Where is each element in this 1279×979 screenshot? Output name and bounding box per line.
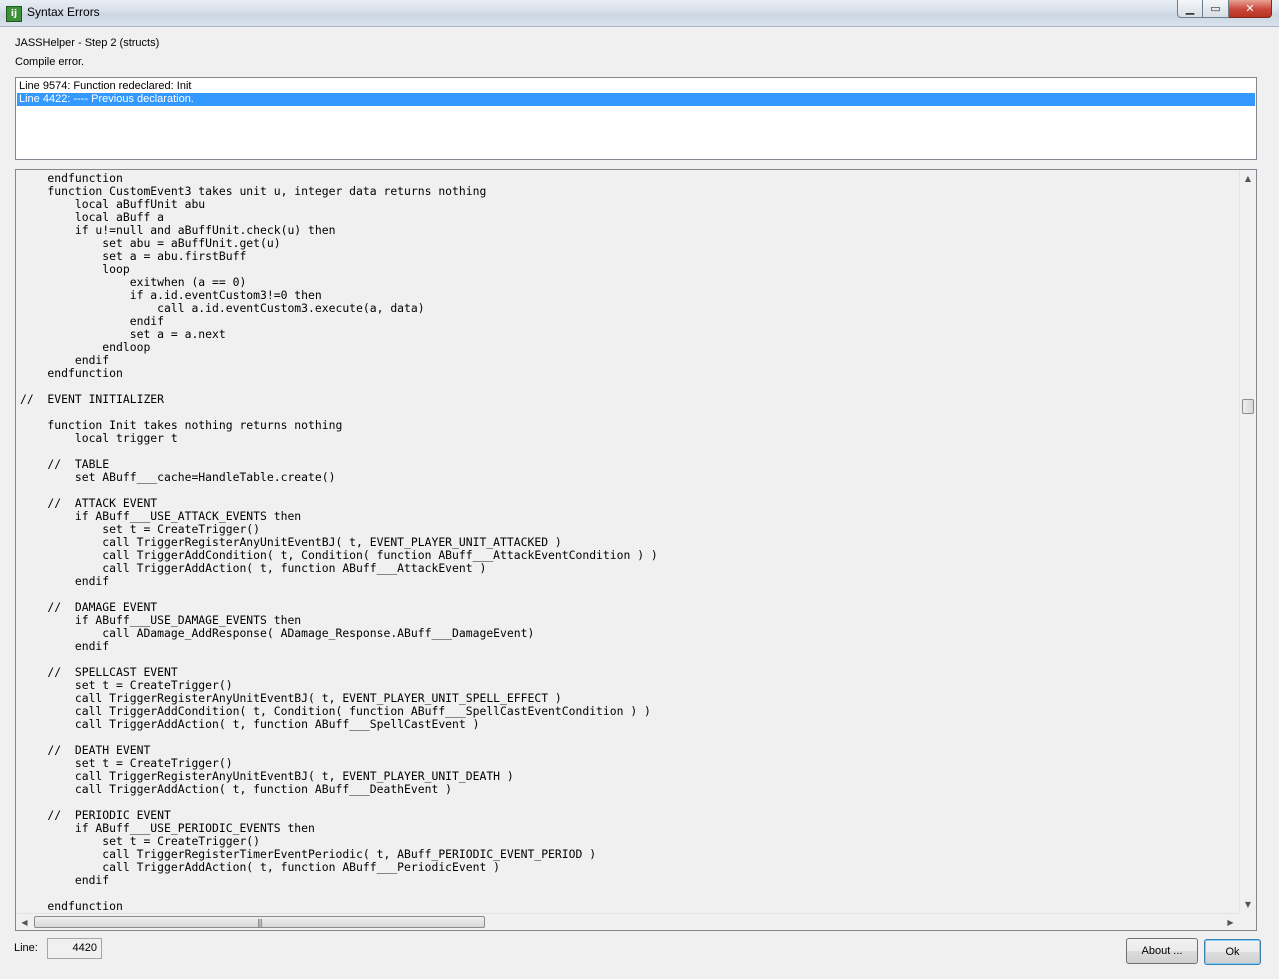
error-item-selected[interactable]: Line 4422: ---- Previous declaration. bbox=[17, 93, 1255, 106]
error-item[interactable]: Line 9574: Function redeclared: Init bbox=[17, 80, 1255, 93]
code-line: endif bbox=[20, 873, 110, 887]
code-line: endfunction bbox=[20, 899, 123, 913]
code-line: endloop bbox=[20, 340, 151, 354]
about-button[interactable]: About ... bbox=[1126, 938, 1198, 964]
caption-buttons: ▁ ▭ ✕ bbox=[1177, 0, 1272, 19]
syntax-errors-window: ij Syntax Errors ▁ ▭ ✕ JASSHelper - Step… bbox=[0, 0, 1279, 979]
app-icon: ij bbox=[6, 6, 22, 22]
code-line: call TriggerAddAction( t, function ABuff… bbox=[20, 561, 487, 575]
error-list[interactable]: Line 9574: Function redeclared: Init Lin… bbox=[15, 77, 1257, 160]
scroll-down-arrow-icon[interactable]: ▼ bbox=[1240, 896, 1256, 913]
code-line: local trigger t bbox=[20, 431, 178, 445]
code-line: set ABuff___cache=HandleTable.create() bbox=[20, 470, 336, 484]
code-line: call ADamage_AddResponse( ADamage_Respon… bbox=[20, 626, 535, 640]
vertical-scroll-thumb[interactable] bbox=[1242, 399, 1254, 414]
code-line: call TriggerAddAction( t, function ABuff… bbox=[20, 860, 501, 874]
ok-button[interactable]: Ok bbox=[1204, 939, 1261, 965]
step-label: JASSHelper - Step 2 (structs) bbox=[15, 37, 160, 49]
code-line: // EVENT INITIALIZER bbox=[20, 392, 165, 406]
horizontal-scroll-thumb[interactable]: ||| bbox=[34, 916, 485, 928]
code-line: call TriggerAddAction( t, function ABuff… bbox=[20, 782, 453, 796]
code-line: endif bbox=[20, 639, 110, 653]
status-label: Compile error. bbox=[15, 56, 85, 68]
scroll-right-arrow-icon[interactable]: ▶ bbox=[1222, 914, 1239, 930]
scroll-corner bbox=[1239, 913, 1256, 930]
title-bar[interactable]: ij Syntax Errors ▁ ▭ ✕ bbox=[0, 0, 1279, 27]
maximize-button[interactable]: ▭ bbox=[1203, 0, 1229, 18]
code-line: endif bbox=[20, 574, 110, 588]
vertical-scrollbar[interactable]: ▲ ▼ bbox=[1239, 170, 1256, 913]
close-button[interactable]: ✕ bbox=[1229, 0, 1272, 18]
grip-icon: ||| bbox=[256, 918, 263, 927]
scroll-left-arrow-icon[interactable]: ◀ bbox=[16, 914, 33, 930]
minimize-button[interactable]: ▁ bbox=[1177, 0, 1203, 18]
code-view[interactable]: endfunction function CustomEvent3 takes … bbox=[15, 169, 1257, 931]
code-line: endfunction bbox=[20, 366, 123, 380]
scroll-up-arrow-icon[interactable]: ▲ bbox=[1240, 170, 1256, 187]
line-label: Line: bbox=[14, 942, 38, 954]
line-number-field[interactable]: 4420 bbox=[47, 938, 102, 959]
horizontal-scrollbar[interactable]: ◀ ||| ▶ bbox=[16, 913, 1239, 930]
code-line: call TriggerAddAction( t, function ABuff… bbox=[20, 717, 480, 731]
window-title: Syntax Errors bbox=[27, 5, 100, 19]
code-lines: endfunction function CustomEvent3 takes … bbox=[20, 172, 658, 913]
